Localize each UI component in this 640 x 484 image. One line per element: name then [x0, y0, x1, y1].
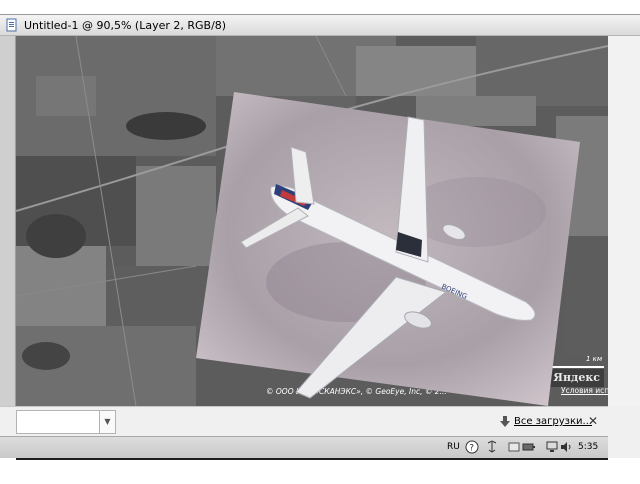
- chevron-down-icon[interactable]: ▼: [100, 410, 116, 434]
- battery-icon[interactable]: [522, 441, 536, 453]
- volume-icon[interactable]: [560, 441, 572, 453]
- close-icon[interactable]: ✕: [586, 413, 600, 429]
- help-icon[interactable]: ?: [465, 440, 479, 454]
- taskbar: RU ? 5:35: [16, 436, 608, 458]
- airplane-photo-layer[interactable]: BOEING: [196, 92, 580, 406]
- download-bar: ▼ Все загрузки... ✕: [16, 406, 608, 436]
- left-panel-strip: [0, 36, 16, 406]
- language-indicator[interactable]: RU: [447, 442, 460, 452]
- map-scale-label: 1 км: [586, 355, 603, 363]
- download-bar-left-edge: [0, 406, 16, 436]
- tray-window-icon[interactable]: [508, 441, 520, 453]
- taskbar-right-edge: [608, 436, 640, 458]
- bottom-blank-area: [0, 460, 640, 484]
- system-clock[interactable]: 5:35: [578, 442, 598, 452]
- taskbar-left-edge: [0, 436, 16, 458]
- download-item-field[interactable]: [16, 410, 100, 434]
- display-icon[interactable]: [546, 441, 558, 453]
- svg-text:?: ?: [469, 444, 474, 454]
- document-title-bar[interactable]: Untitled-1 @ 90,5% (Layer 2, RGB/8): [0, 14, 640, 36]
- network-icon[interactable]: [486, 440, 498, 454]
- download-arrow-icon: [500, 416, 510, 427]
- top-band: [0, 0, 640, 14]
- all-downloads-link[interactable]: Все загрузки...: [514, 416, 592, 427]
- right-empty-area-lower: [608, 406, 640, 436]
- right-empty-area: [608, 36, 640, 406]
- document-title: Untitled-1 @ 90,5% (Layer 2, RGB/8): [24, 19, 227, 32]
- document-icon: [6, 18, 17, 32]
